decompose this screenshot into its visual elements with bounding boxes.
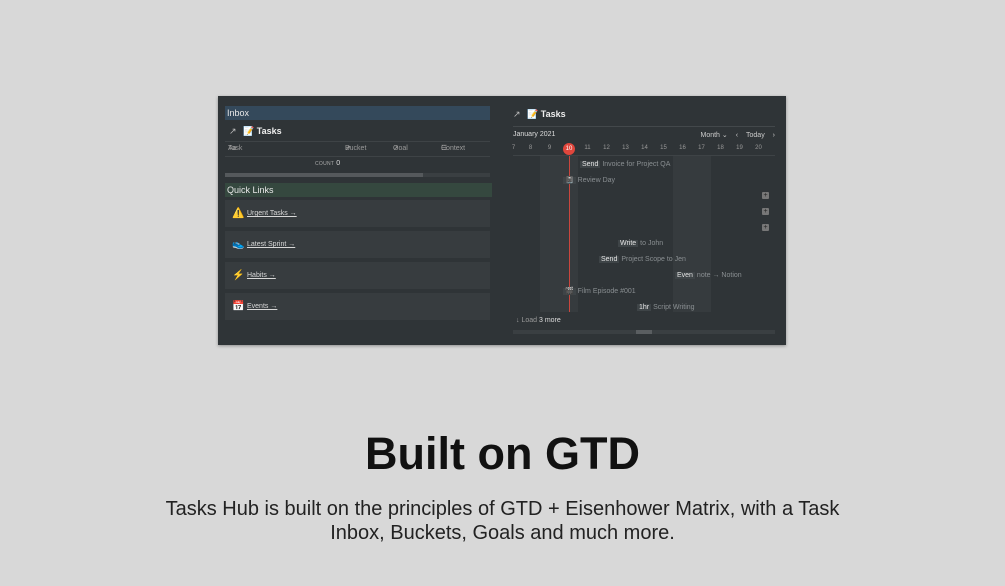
scrollbar-thumb[interactable] xyxy=(225,173,423,177)
prev-icon[interactable]: ‹ xyxy=(736,132,738,139)
arrow-down-icon: ↓ xyxy=(516,317,520,324)
weekend-band xyxy=(673,156,711,312)
quick-link-events[interactable]: 📅 Events → xyxy=(225,293,490,320)
db-emoji-icon: 📝 xyxy=(243,126,255,136)
month-label: January 2021 xyxy=(513,131,556,138)
horizontal-scrollbar[interactable] xyxy=(513,330,775,334)
day-label: 16 xyxy=(679,145,686,151)
db-title-label: Tasks xyxy=(256,126,282,136)
next-icon[interactable]: › xyxy=(773,132,775,139)
app-screenshot: Inbox ↗ 📝 Tasks Aa Task ↗ Bucket ↗ Goal … xyxy=(218,96,786,345)
timeline-panel: ↗ 📝 Tasks January 2021 Month ⌄ ‹ Today ›… xyxy=(512,106,776,342)
headline: Built on GTD xyxy=(365,428,640,479)
timeline-event[interactable]: Send Invoice for Project QA xyxy=(580,158,670,171)
day-label: 14 xyxy=(641,145,648,151)
quick-link-urgent[interactable]: ⚠️ Urgent Tasks → xyxy=(225,200,490,227)
timeline-event[interactable]: Send Project Scope to Jen xyxy=(599,253,686,266)
notebook-icon: 📓 xyxy=(563,177,576,184)
expand-icon[interactable]: + xyxy=(762,224,769,231)
expand-icon[interactable]: + xyxy=(762,192,769,199)
day-label: 19 xyxy=(736,145,743,151)
quick-links-header: Quick Links xyxy=(225,183,492,197)
subtitle: Tasks Hub is built on the principles of … xyxy=(165,498,840,544)
day-label: 20 xyxy=(755,145,762,151)
expand-icon[interactable]: + xyxy=(762,208,769,215)
clapper-icon: 🎬 xyxy=(563,288,576,295)
count-footer: COUNT 0 xyxy=(315,160,341,167)
warning-icon: ⚠️ xyxy=(232,208,245,219)
timeline-event[interactable]: Even note → Notion xyxy=(675,269,742,282)
inbox-panel: Inbox ↗ 📝 Tasks Aa Task ↗ Bucket ↗ Goal … xyxy=(225,106,492,320)
calendar-icon: 📅 xyxy=(232,301,245,312)
day-header: 7 8 9 10 11 12 13 14 15 16 17 18 19 20 xyxy=(512,143,775,156)
view-select[interactable]: Month ⌄ xyxy=(701,132,728,139)
count-value: 0 xyxy=(336,160,341,167)
divider xyxy=(513,126,775,127)
quick-link-sprint[interactable]: 👟 Latest Sprint → xyxy=(225,231,490,258)
day-label: 11 xyxy=(584,145,591,151)
today-button[interactable]: Today xyxy=(746,132,765,139)
db-emoji-icon: 📝 xyxy=(527,109,539,119)
day-label: 18 xyxy=(717,145,724,151)
day-label: 8 xyxy=(528,145,533,151)
day-label: 12 xyxy=(603,145,610,151)
load-more-button[interactable]: ↓ Load 3 more xyxy=(516,317,561,324)
inbox-header: Inbox xyxy=(225,106,490,120)
scrollbar-thumb[interactable] xyxy=(636,330,652,334)
day-label: 17 xyxy=(698,145,705,151)
horizontal-scrollbar[interactable] xyxy=(225,173,490,177)
timeline-grid: Send Invoice for Project QA 📓 Review Day… xyxy=(513,156,775,312)
table-header: Aa Task ↗ Bucket ↗ Goal ☰ Context xyxy=(225,141,490,157)
shoe-icon: 👟 xyxy=(232,239,245,250)
timeline-event[interactable]: 🎬 Film Episode #001 xyxy=(563,285,636,298)
quick-link-habits[interactable]: ⚡ Habits → xyxy=(225,262,490,289)
day-label: 13 xyxy=(622,145,629,151)
timeline-controls: Month ⌄ ‹ Today › xyxy=(695,131,776,139)
today-marker: 10 xyxy=(563,143,575,155)
inbox-db-title[interactable]: ↗ 📝 Tasks xyxy=(229,124,282,138)
timeline-event[interactable]: 1hr Script Writing xyxy=(637,301,695,314)
link-arrow-icon: ↗ xyxy=(229,126,237,136)
timeline-title[interactable]: ↗ 📝 Tasks xyxy=(513,109,566,120)
day-label: 9 xyxy=(547,145,552,151)
day-label: 15 xyxy=(660,145,667,151)
lightning-icon: ⚡ xyxy=(232,270,245,281)
timeline-event[interactable]: Write to John xyxy=(618,237,663,250)
timeline-event[interactable]: 📓 Review Day xyxy=(563,174,615,187)
link-arrow-icon: ↗ xyxy=(513,109,521,119)
